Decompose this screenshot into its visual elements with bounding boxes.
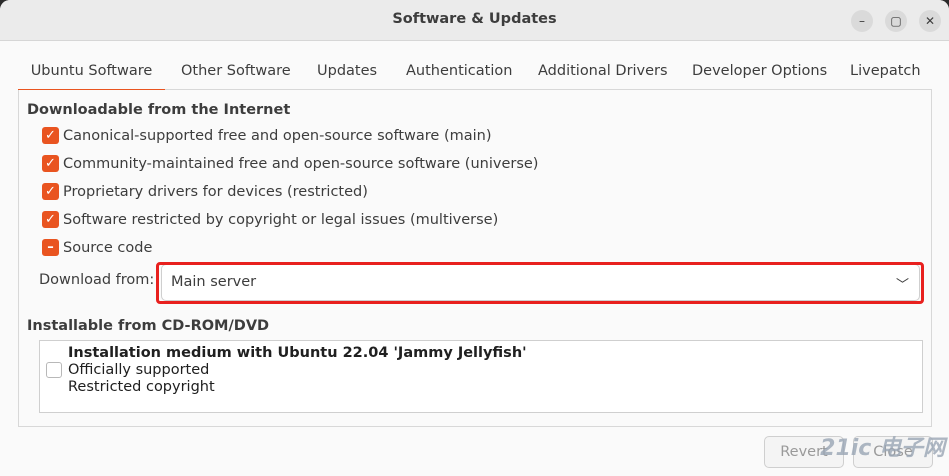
tab-authentication[interactable]: Authentication <box>406 54 512 89</box>
red-highlight-box <box>156 262 924 304</box>
cdrom-list: Installation medium with Ubuntu 22.04 'J… <box>39 340 923 413</box>
tab-updates[interactable]: Updates <box>317 54 377 89</box>
cdrom-checkbox[interactable] <box>46 362 62 378</box>
maximize-button[interactable]: ▢ <box>885 10 907 32</box>
download-from-label: Download from: <box>39 272 155 288</box>
tab-livepatch[interactable]: Livepatch <box>850 54 921 89</box>
checkbox-checked-icon[interactable]: ✓ <box>42 127 59 144</box>
window-title: Software & Updates <box>392 11 557 27</box>
title-bar[interactable]: Software & Updates – ▢ ✕ <box>0 0 949 41</box>
tab-other-software[interactable]: Other Software <box>181 54 291 89</box>
cdrom-entry-support: Officially supported <box>68 362 210 378</box>
option-label: Community-maintained free and open-sourc… <box>63 156 539 172</box>
tab-additional-drivers[interactable]: Additional Drivers <box>538 54 668 89</box>
checkbox-checked-icon[interactable]: ✓ <box>42 155 59 172</box>
option-label: Proprietary drivers for devices (restric… <box>63 184 368 200</box>
checkbox-checked-icon[interactable]: ✓ <box>42 183 59 200</box>
watermark-logo: 21ic 电子网 <box>820 436 945 461</box>
option-label: Canonical-supported free and open-source… <box>63 128 492 144</box>
option-label: Software restricted by copyright or lega… <box>63 212 499 228</box>
cdrom-entry-copyright: Restricted copyright <box>68 379 215 395</box>
downloadable-section-title: Downloadable from the Internet <box>27 102 291 118</box>
software-updates-window: Software & Updates – ▢ ✕ Ubuntu Software… <box>0 0 949 476</box>
checkbox-checked-icon[interactable]: ✓ <box>42 211 59 228</box>
cdrom-section-title: Installable from CD-ROM/DVD <box>27 318 270 334</box>
cdrom-entry-name: Installation medium with Ubuntu 22.04 'J… <box>68 345 527 361</box>
minimize-button[interactable]: – <box>851 10 873 32</box>
tab-bar: Ubuntu Software Other Software Updates A… <box>18 54 932 91</box>
close-window-button[interactable]: ✕ <box>919 10 941 32</box>
tab-developer-options[interactable]: Developer Options <box>692 54 827 89</box>
option-label: Source code <box>63 240 153 256</box>
checkbox-mixed-icon[interactable]: – <box>42 239 59 256</box>
tab-ubuntu-software[interactable]: Ubuntu Software <box>18 54 165 91</box>
